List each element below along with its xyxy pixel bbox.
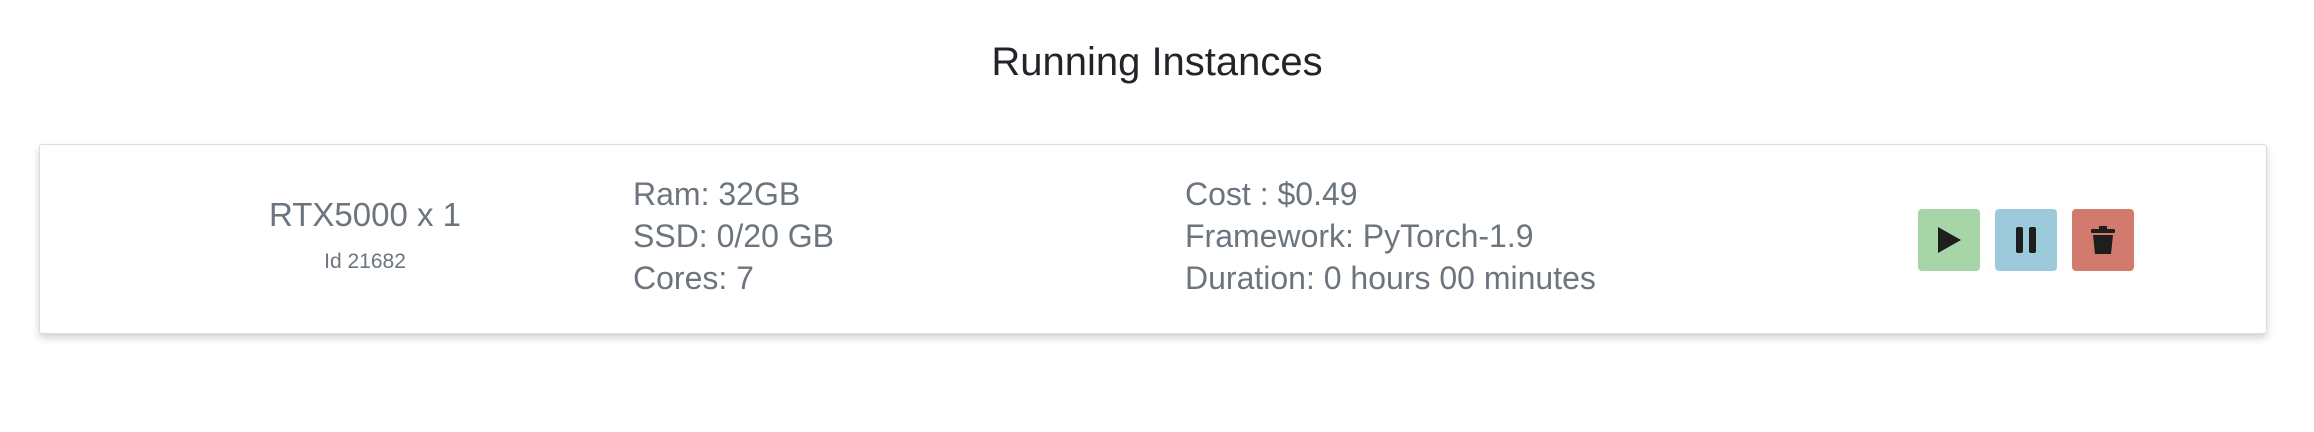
ram-spec: Ram: 32GB xyxy=(633,176,801,212)
page-title: Running Instances xyxy=(991,40,1323,84)
delete-button[interactable] xyxy=(2072,209,2134,271)
instance-card: RTX5000 x 1 Id 21682 Ram: 32GB SSD: 0/20… xyxy=(39,144,2267,334)
gpu-info: RTX5000 x 1 Id 21682 xyxy=(190,195,540,275)
cost-detail: Cost : $0.49 xyxy=(1185,176,1358,212)
instance-actions xyxy=(1918,209,2134,271)
cores-spec: Cores: 7 xyxy=(633,260,754,296)
play-icon xyxy=(1938,227,1961,253)
instance-details: Cost : $0.49 Framework: PyTorch-1.9 Dura… xyxy=(1185,173,1596,299)
gpu-name: RTX5000 x 1 xyxy=(268,196,461,233)
framework-detail: Framework: PyTorch-1.9 xyxy=(1185,218,1534,254)
pause-button[interactable] xyxy=(1995,209,2057,271)
pause-icon xyxy=(2016,227,2036,253)
trash-icon xyxy=(2091,226,2115,254)
ssd-spec: SSD: 0/20 GB xyxy=(633,218,834,254)
duration-detail: Duration: 0 hours 00 minutes xyxy=(1185,260,1596,296)
instance-id: Id 21682 xyxy=(324,250,406,273)
start-button[interactable] xyxy=(1918,209,1980,271)
instance-specs: Ram: 32GB SSD: 0/20 GB Cores: 7 xyxy=(633,173,834,299)
